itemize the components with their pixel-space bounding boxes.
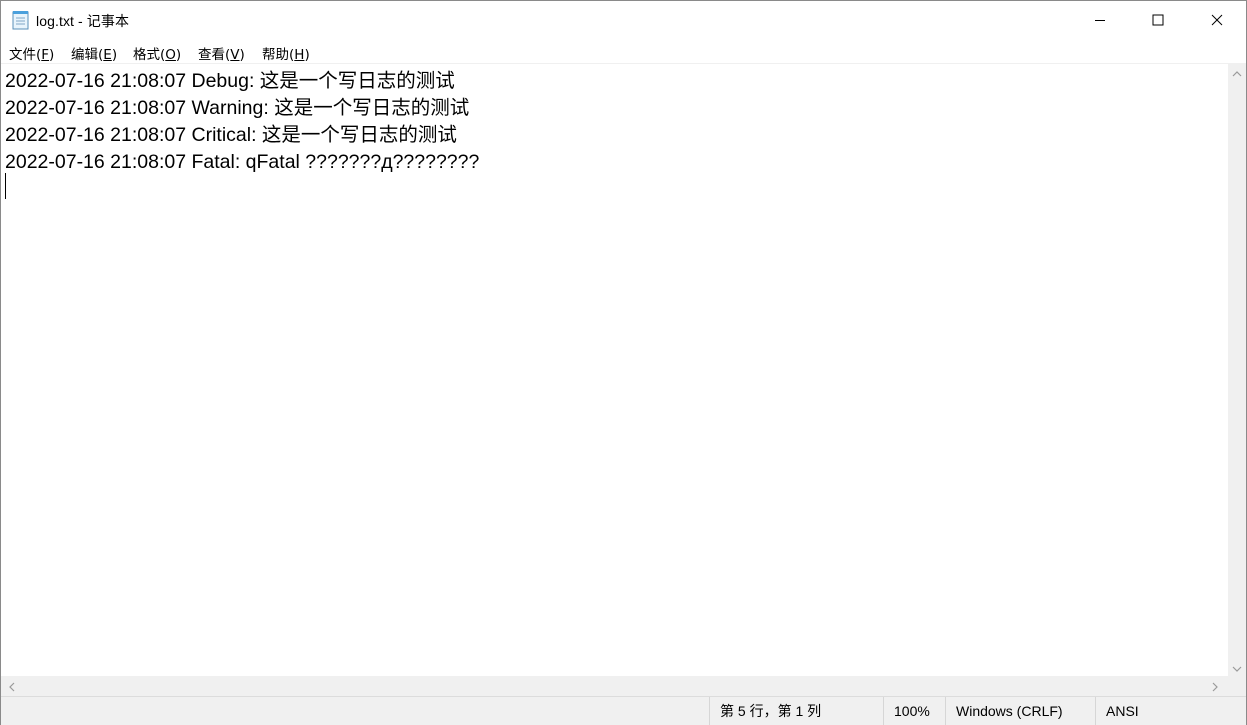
minimize-button[interactable] (1071, 1, 1129, 39)
editor-line: 2022-07-16 21:08:07 Debug: 这是一个写日志的测试 (5, 70, 455, 92)
menu-help-key: H (294, 47, 305, 63)
maximize-button[interactable] (1129, 1, 1187, 39)
status-bar: 第 5 行，第 1 列 100% Windows (CRLF) ANSI (1, 696, 1246, 725)
text-caret (5, 173, 6, 199)
status-zoom: 100% (883, 697, 945, 725)
chevron-up-icon (1232, 63, 1242, 82)
menu-help[interactable]: 帮助(H) (262, 43, 310, 63)
menu-format-label: 格式( (133, 47, 166, 63)
close-button[interactable] (1188, 1, 1246, 39)
chevron-right-icon (1211, 677, 1219, 696)
close-icon (1211, 11, 1223, 30)
text-editor[interactable]: 2022-07-16 21:08:07 Debug: 这是一个写日志的测试 202… (1, 63, 1228, 677)
menu-view-key: V (230, 47, 240, 63)
menu-file-label: 文件( (9, 47, 42, 63)
menu-view-suffix: ) (239, 47, 245, 63)
menu-format-suffix: ) (175, 47, 182, 63)
chevron-down-icon (1232, 658, 1242, 677)
window-title: log.txt - 记事本 (36, 13, 130, 29)
menu-edit-suffix: ) (111, 47, 118, 63)
editor-line: 2022-07-16 21:08:07 Warning: 这是一个写日志的测试 (5, 97, 470, 119)
status-cursor-position: 第 5 行，第 1 列 (709, 697, 883, 725)
menu-file-key: F (41, 47, 50, 63)
menu-edit-key: E (103, 47, 112, 63)
editor-content[interactable]: 2022-07-16 21:08:07 Debug: 这是一个写日志的测试 202… (5, 68, 479, 176)
notepad-window: log.txt - 记事本 文件(F) 编辑(E) 格式(O) 查看(V) 帮助… (0, 0, 1247, 725)
chevron-left-icon (8, 677, 16, 696)
menu-format-key: O (165, 47, 176, 63)
menu-view-label: 查看( (198, 47, 231, 63)
minimize-icon (1094, 11, 1106, 30)
menu-edit[interactable]: 编辑(E) (71, 43, 117, 63)
scroll-right-button[interactable] (1206, 676, 1224, 696)
menu-format[interactable]: 格式(O) (133, 43, 181, 63)
title-bar[interactable]: log.txt - 记事本 (1, 1, 1246, 39)
menu-help-label: 帮助( (262, 47, 295, 63)
scroll-left-button[interactable] (3, 676, 21, 696)
editor-line: 2022-07-16 21:08:07 Critical: 这是一个写日志的测试 (5, 124, 457, 146)
menu-file[interactable]: 文件(F) (9, 43, 54, 63)
status-line-ending: Windows (CRLF) (945, 697, 1095, 725)
menu-file-suffix: ) (49, 47, 55, 63)
menu-bar: 文件(F) 编辑(E) 格式(O) 查看(V) 帮助(H) (1, 39, 1246, 63)
notepad-icon (12, 10, 30, 30)
menu-view[interactable]: 查看(V) (198, 43, 245, 63)
scroll-down-button[interactable] (1228, 658, 1246, 676)
menu-help-suffix: ) (304, 47, 310, 63)
scroll-up-button[interactable] (1228, 63, 1246, 81)
horizontal-scrollbar[interactable] (1, 676, 1228, 696)
maximize-icon (1152, 11, 1164, 30)
scrollbar-corner (1228, 676, 1246, 696)
menu-edit-label: 编辑( (71, 47, 104, 63)
status-encoding: ANSI (1095, 697, 1246, 725)
vertical-scrollbar[interactable] (1228, 63, 1246, 676)
editor-line: 2022-07-16 21:08:07 Fatal: qFatal ??????… (5, 151, 480, 173)
